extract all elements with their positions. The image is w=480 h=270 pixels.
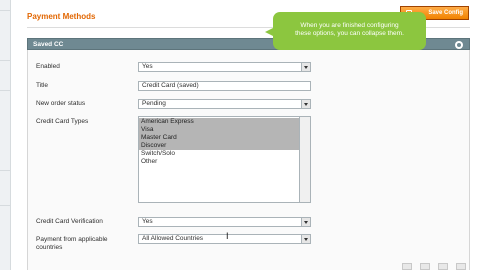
enabled-label: Enabled xyxy=(36,63,60,70)
control-button[interactable] xyxy=(402,263,412,270)
applicable-countries-select[interactable]: All Allowed Countries xyxy=(138,234,311,244)
chevron-down-icon xyxy=(301,218,310,226)
new-order-status-label: New order status xyxy=(36,100,86,107)
save-config-label: Save Config xyxy=(428,10,463,16)
cc-verification-select[interactable]: Yes xyxy=(138,217,311,227)
cc-type-option[interactable]: Master Card xyxy=(139,134,299,142)
control-button[interactable] xyxy=(456,263,466,270)
chevron-down-icon xyxy=(301,63,310,71)
left-sidebar xyxy=(0,0,11,270)
cc-type-option[interactable]: Other xyxy=(139,158,299,166)
cc-types-scrollbar[interactable] xyxy=(300,116,311,203)
sidebar-divider xyxy=(0,170,11,171)
cc-verification-label: Credit Card Verification xyxy=(36,218,103,225)
sidebar-divider xyxy=(0,205,11,206)
cc-type-option[interactable]: American Express xyxy=(139,118,299,126)
cc-types-multiselect[interactable]: American Express Visa Master Card Discov… xyxy=(138,116,300,203)
applicable-countries-label-line2: countries xyxy=(36,244,63,251)
applicable-countries-label: Payment from applicable countries xyxy=(36,236,108,252)
enabled-value: Yes xyxy=(142,63,153,70)
cc-verification-value: Yes xyxy=(142,218,153,225)
player-controls xyxy=(398,263,470,270)
title-label: Title xyxy=(36,82,49,89)
chevron-down-icon xyxy=(301,100,310,108)
title-input[interactable]: Credit Card (saved) xyxy=(138,81,311,91)
cc-type-option[interactable]: Switch/Solo xyxy=(139,150,299,158)
page-title: Payment Methods xyxy=(27,12,96,21)
applicable-countries-label-line1: Payment from applicable xyxy=(36,236,108,243)
sidebar-divider xyxy=(0,60,11,61)
control-button[interactable] xyxy=(420,263,430,270)
cc-type-option[interactable]: Visa xyxy=(139,126,299,134)
tooltip-line-2: these options, you can collapse them. xyxy=(295,30,404,37)
sidebar-divider xyxy=(0,10,11,11)
cc-type-option[interactable]: Discover xyxy=(139,142,299,150)
fieldset-title: Saved CC xyxy=(33,41,64,48)
tooltip-callout: When you are finished configuring these … xyxy=(265,12,426,50)
title-value: Credit Card (saved) xyxy=(142,82,199,89)
cc-types-label: Credit Card Types xyxy=(36,118,89,125)
collapse-icon[interactable] xyxy=(455,41,463,49)
control-button[interactable] xyxy=(438,263,448,270)
chevron-down-icon xyxy=(301,235,310,243)
text-cursor-icon: I xyxy=(226,231,229,241)
enabled-select[interactable]: Yes xyxy=(138,62,311,72)
applicable-countries-value: All Allowed Countries xyxy=(142,235,204,242)
new-order-status-select[interactable]: Pending xyxy=(138,99,311,109)
tooltip-line-1: When you are finished configuring xyxy=(300,22,399,29)
sidebar-divider xyxy=(0,90,11,91)
new-order-status-value: Pending xyxy=(142,100,166,107)
